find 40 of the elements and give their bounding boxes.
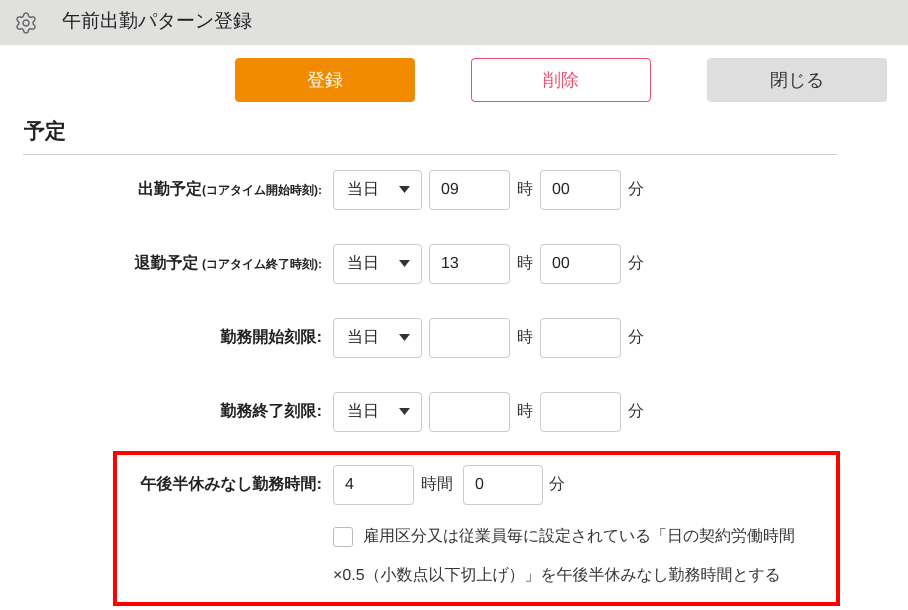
hour-input[interactable]: 09 [429, 170, 510, 210]
hour-unit-label: 時 [517, 328, 533, 348]
minute-input[interactable]: 00 [540, 170, 621, 210]
hour-unit-label: 時 [517, 402, 533, 422]
checkbox-label: ×0.5（小数点以下切上げ）」を午後半休みなし勤務時間とする [333, 566, 781, 586]
field-label: 午後半休みなし勤務時間: [140, 474, 322, 494]
day-select[interactable]: 当日 [333, 392, 422, 432]
hour-input[interactable] [429, 392, 510, 432]
field-label: 勤務開始刻限: [220, 327, 322, 348]
hours-unit-label: 時間 [421, 476, 453, 492]
hour-unit-label: 時 [517, 254, 533, 274]
hour-input[interactable]: 13 [429, 244, 510, 284]
settings-icon[interactable] [14, 10, 38, 34]
minute-input[interactable] [540, 392, 621, 432]
field-label: 勤務終了刻限: [220, 401, 322, 422]
hours-input[interactable]: 4 [333, 464, 414, 504]
field-label: 退勤予定 (コアタイム終了時刻): [134, 253, 322, 274]
caret-icon [399, 408, 410, 415]
minutes-input[interactable]: 0 [463, 464, 543, 504]
hour-unit-label: 時 [517, 180, 533, 200]
field-label: 出勤予定(コアタイム開始時刻): [138, 179, 322, 200]
minute-unit-label: 分 [628, 180, 644, 200]
section-heading: 予定 [23, 120, 66, 143]
minute-unit-label: 分 [549, 476, 565, 492]
minute-input[interactable] [540, 318, 621, 358]
checkbox-label: 雇用区分又は従業員毎に設定されている「日の契約労働時間 [363, 526, 795, 547]
day-select[interactable]: 当日 [333, 318, 422, 358]
checkbox[interactable] [333, 527, 353, 547]
caret-icon [399, 334, 410, 341]
day-select[interactable]: 当日 [333, 244, 422, 284]
caret-icon [399, 186, 410, 193]
day-select[interactable]: 当日 [333, 170, 422, 210]
hour-input[interactable] [429, 318, 510, 358]
minute-input[interactable]: 00 [540, 244, 621, 284]
minute-unit-label: 分 [628, 402, 644, 422]
close-button[interactable]: 閉じる [707, 58, 887, 102]
minute-unit-label: 分 [628, 328, 644, 348]
caret-icon [399, 260, 410, 267]
window-title: 午前出勤パターン登録 [62, 10, 252, 34]
minute-unit-label: 分 [628, 254, 644, 274]
